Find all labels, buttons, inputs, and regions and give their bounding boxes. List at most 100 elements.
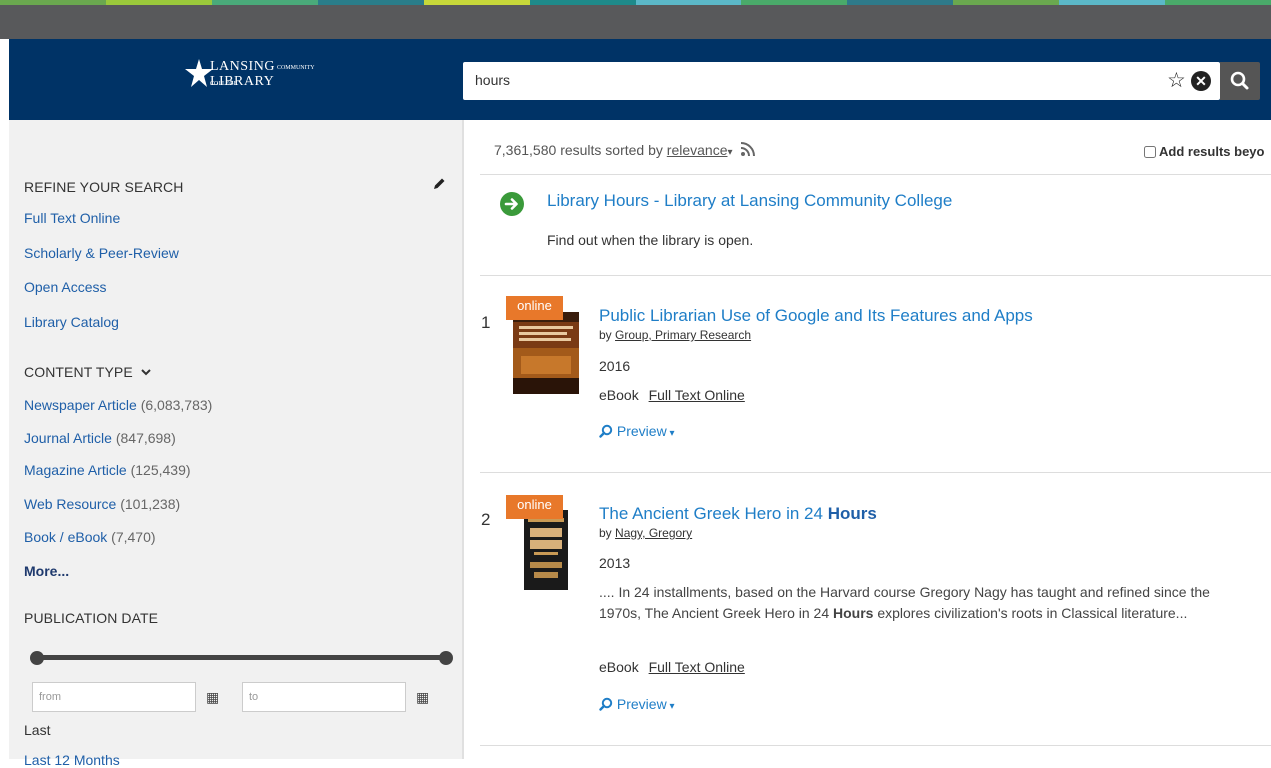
- result-year: 2016: [599, 358, 631, 374]
- content-type-count: (6,083,783): [140, 397, 213, 413]
- content-type-heading[interactable]: CONTENT TYPE: [24, 364, 152, 380]
- add-results-beyond[interactable]: Add results beyo: [1144, 144, 1264, 159]
- author-prefix: by: [599, 328, 612, 342]
- content-type-label[interactable]: Book / eBook: [24, 529, 107, 545]
- divider: [480, 472, 1271, 473]
- search-input[interactable]: [475, 72, 1115, 88]
- book-cover-thumbnail[interactable]: [513, 312, 579, 394]
- library-logo[interactable]: LANSING COMMUNITY COLLEGE LIBRARY: [184, 55, 314, 99]
- add-results-checkbox[interactable]: [1144, 146, 1156, 158]
- online-badge: online: [506, 495, 563, 519]
- left-gutter: [0, 39, 9, 759]
- result-year: 2013: [599, 555, 631, 571]
- author-link[interactable]: Nagy, Gregory: [615, 526, 692, 540]
- results-panel: 7,361,580 results sorted by relevance▾ A…: [464, 120, 1271, 759]
- date-slider-track[interactable]: [37, 655, 447, 660]
- pencil-icon[interactable]: [431, 176, 447, 192]
- result-author-line: by Group, Primary Research: [599, 328, 751, 342]
- full-text-online-link[interactable]: Full Text Online: [649, 387, 745, 403]
- content-type-count: (101,238): [120, 496, 181, 512]
- divider: [480, 174, 1271, 175]
- date-to-input[interactable]: to: [242, 682, 406, 712]
- rss-icon[interactable]: [740, 141, 758, 157]
- search-button[interactable]: [1220, 62, 1260, 100]
- results-count: 7,361,580: [494, 142, 557, 158]
- result-format: eBook Full Text Online: [599, 387, 745, 403]
- publication-date-heading: PUBLICATION DATE: [24, 610, 159, 626]
- content-type-label[interactable]: Newspaper Article: [24, 397, 137, 413]
- calendar-icon[interactable]: ▦: [206, 689, 219, 706]
- sort-value: relevance: [666, 142, 728, 158]
- date-last-label: Last: [24, 722, 51, 738]
- result-format: eBook Full Text Online: [599, 659, 745, 675]
- title-highlight: Hours: [827, 504, 877, 523]
- calendar-icon[interactable]: ▦: [416, 689, 429, 706]
- result-number: 1: [481, 313, 491, 332]
- preview-label: Preview: [616, 696, 667, 712]
- preview-label: Preview: [616, 423, 667, 439]
- date-slider-handle-start[interactable]: [30, 651, 44, 665]
- top-bar: [0, 5, 1271, 39]
- abstract-highlight: Hours: [833, 605, 874, 621]
- content-type-label[interactable]: Web Resource: [24, 496, 116, 512]
- add-results-label: Add results beyo: [1159, 144, 1265, 159]
- results-summary: 7,361,580 results sorted by relevance▾: [494, 141, 758, 158]
- date-to-placeholder: to: [249, 691, 259, 703]
- search-box: [463, 62, 1220, 100]
- content-type-item[interactable]: Journal Article (847,698): [24, 430, 176, 446]
- search-icon: [1230, 71, 1249, 90]
- content-type-count: (7,470): [111, 529, 156, 545]
- date-from-placeholder: from: [39, 691, 61, 703]
- full-text-online-link[interactable]: Full Text Online: [649, 659, 745, 675]
- result-abstract: .... In 24 installments, based on the Ha…: [599, 582, 1239, 624]
- content-type-item[interactable]: Book / eBook (7,470): [24, 529, 156, 545]
- preview-toggle[interactable]: Preview ▾: [599, 696, 675, 712]
- content-type-more-link[interactable]: More...: [24, 563, 69, 579]
- caret-down-icon: ▾: [666, 701, 675, 712]
- author-link[interactable]: Group, Primary Research: [615, 328, 751, 342]
- divider: [480, 745, 1271, 746]
- content-type-item[interactable]: Magazine Article (125,439): [24, 462, 191, 478]
- best-bet-title[interactable]: Library Hours - Library at Lansing Commu…: [547, 191, 952, 211]
- star-icon[interactable]: ☆: [1167, 68, 1186, 94]
- format-label: eBook: [599, 387, 639, 403]
- clear-icon[interactable]: ✕: [1191, 71, 1211, 91]
- results-sorted-text: results sorted by: [560, 142, 663, 158]
- arrow-right-circle-icon: [500, 192, 524, 216]
- abstract-text: explores civilization's roots in Classic…: [873, 605, 1188, 621]
- content-type-count: (847,698): [115, 430, 176, 446]
- content-type-count: (125,439): [130, 462, 191, 478]
- refine-open-access[interactable]: Open Access: [24, 279, 107, 295]
- date-from-input[interactable]: from: [32, 682, 196, 712]
- content-type-label[interactable]: Journal Article: [24, 430, 112, 446]
- result-number: 2: [481, 510, 491, 529]
- divider: [480, 275, 1271, 276]
- online-badge: online: [506, 296, 563, 320]
- caret-down-icon: ▾: [666, 428, 675, 439]
- refine-scholarly[interactable]: Scholarly & Peer-Review: [24, 245, 179, 261]
- result-title[interactable]: The Ancient Greek Hero in 24 Hours: [599, 504, 877, 524]
- chevron-down-icon: [141, 369, 151, 376]
- format-label: eBook: [599, 659, 639, 675]
- caret-down-icon[interactable]: ▾: [728, 147, 733, 158]
- date-slider-handle-end[interactable]: [439, 651, 453, 665]
- date-last-12-months[interactable]: Last 12 Months: [24, 752, 120, 768]
- logo-line2: LIBRARY: [210, 74, 275, 89]
- content-type-item[interactable]: Newspaper Article (6,083,783): [24, 397, 212, 413]
- content-type-label[interactable]: Magazine Article: [24, 462, 127, 478]
- result-author-line: by Nagy, Gregory: [599, 526, 692, 540]
- magnify-icon: [599, 697, 613, 711]
- content-type-label: CONTENT TYPE: [24, 364, 133, 380]
- magnify-icon: [599, 424, 613, 438]
- book-cover-thumbnail[interactable]: [513, 510, 579, 590]
- refine-full-text-online[interactable]: Full Text Online: [24, 210, 120, 226]
- best-bet-description: Find out when the library is open.: [547, 232, 754, 248]
- content-type-item[interactable]: Web Resource (101,238): [24, 496, 180, 512]
- author-prefix: by: [599, 526, 612, 540]
- result-title[interactable]: Public Librarian Use of Google and Its F…: [599, 306, 1033, 326]
- refine-library-catalog[interactable]: Library Catalog: [24, 314, 119, 330]
- title-text: The Ancient Greek Hero in 24: [599, 504, 828, 523]
- refine-heading: REFINE YOUR SEARCH: [24, 179, 184, 195]
- sort-dropdown[interactable]: relevance: [667, 142, 728, 158]
- preview-toggle[interactable]: Preview ▾: [599, 423, 675, 439]
